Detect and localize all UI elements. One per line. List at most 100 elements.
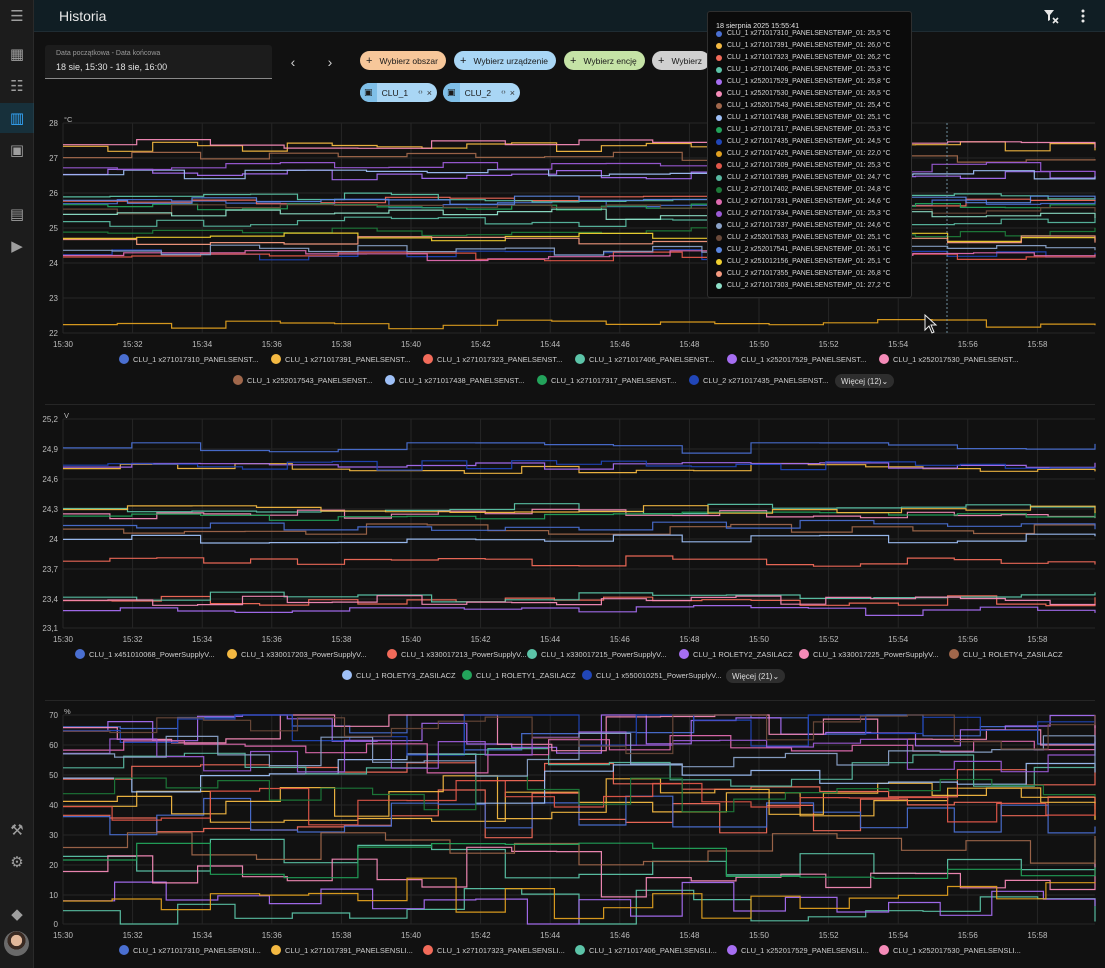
tooltip-row: CLU_1 x252017543_PANELSENSTEMP_01: 25,4 …: [716, 102, 891, 109]
legend-color-dot: [119, 354, 129, 364]
legend-item[interactable]: CLU_1 x271017391_PANELSENST...: [271, 354, 410, 364]
series-color-dot: [716, 102, 722, 109]
unit-label: °C: [64, 115, 73, 124]
series-color-dot: [716, 210, 722, 217]
legend-label: CLU_1 x252017529_PANELSENST...: [741, 354, 867, 364]
x-tick-label: 15:40: [401, 931, 422, 940]
legend-item[interactable]: CLU_1 x451010068_PowerSupplyV...: [75, 649, 215, 659]
tooltip-row: CLU_2 x271017303_PANELSENSTEMP_01: 27,2 …: [716, 282, 891, 289]
legend-more-label: Więcej (21): [732, 671, 773, 681]
legend-item[interactable]: CLU_1 x271017438_PANELSENST...: [385, 375, 524, 385]
tooltip-row: CLU_2 x271017399_PANELSENSTEMP_01: 24,7 …: [716, 174, 891, 181]
legend-item[interactable]: CLU_1 x271017310_PANELSENSLI...: [119, 945, 261, 955]
legend-more-button[interactable]: Więcej (12) ⌄: [835, 374, 895, 388]
tooltip-row-text: CLU_2 x252017541_PANELSENSTEMP_01: 26,1 …: [727, 246, 891, 253]
legend-item[interactable]: CLU_1 x330017203_PowerSupplyV...: [227, 649, 367, 659]
series-color-dot: [716, 90, 722, 97]
tooltip-row: CLU_2 x252017541_PANELSENSTEMP_01: 26,1 …: [716, 246, 891, 253]
series-color-dot: [716, 66, 722, 73]
y-tick-label: 23,7: [42, 565, 58, 574]
x-tick-label: 15:52: [819, 635, 840, 644]
series-line: [63, 881, 1096, 925]
legend-item[interactable]: CLU_1 x271017323_PANELSENSLI...: [423, 945, 565, 955]
x-tick-label: 15:34: [192, 931, 213, 940]
tooltip-row: CLU_1 x271017391_PANELSENSTEMP_01: 26,0 …: [716, 42, 891, 49]
legend-item[interactable]: CLU_1 x550010251_PowerSupplyV...: [582, 670, 722, 680]
legend-item[interactable]: CLU_1 ROLETY4_ZASILACZ: [949, 649, 1063, 659]
legend-item[interactable]: CLU_1 x330017213_PowerSupplyV...: [387, 649, 527, 659]
legend-label: CLU_1 x271017391_PANELSENSLI...: [285, 945, 413, 955]
chart-divider: [45, 404, 1095, 405]
y-tick-label: 24,9: [42, 445, 58, 454]
legend-label: CLU_1 x252017530_PANELSENSLI...: [893, 945, 1021, 955]
x-tick-label: 15:40: [401, 340, 422, 349]
legend-color-dot: [727, 354, 737, 364]
legend-item[interactable]: CLU_1 x330017225_PowerSupplyV...: [799, 649, 939, 659]
mouse-cursor-icon: [924, 314, 938, 334]
legend-item[interactable]: CLU_1 x271017323_PANELSENST...: [423, 354, 562, 364]
legend-label: CLU_1 x271017323_PANELSENST...: [437, 354, 563, 364]
legend-item[interactable]: CLU_1 x252017530_PANELSENSLI...: [879, 945, 1021, 955]
legend-item[interactable]: CLU_1 x252017529_PANELSENST...: [727, 354, 866, 364]
legend-item[interactable]: CLU_1 x252017530_PANELSENST...: [879, 354, 1018, 364]
x-tick-label: 15:50: [749, 340, 770, 349]
legend-color-dot: [387, 649, 397, 659]
legend-item[interactable]: CLU_1 x271017406_PANELSENST...: [575, 354, 714, 364]
legend-item[interactable]: CLU_2 x271017435_PANELSENST...: [689, 375, 828, 385]
x-tick-label: 15:48: [679, 635, 700, 644]
tooltip-row: CLU_2 x271017435_PANELSENSTEMP_01: 24,5 …: [716, 138, 891, 145]
tooltip-row-text: CLU_2 x251012156_PANELSENSTEMP_01: 25,1 …: [727, 258, 891, 265]
legend-item[interactable]: CLU_1 ROLETY2_ZASILACZ: [679, 649, 793, 659]
x-tick-label: 15:32: [123, 931, 144, 940]
legend-item[interactable]: CLU_1 x271017317_PANELSENST...: [537, 375, 676, 385]
x-tick-label: 15:54: [888, 931, 909, 940]
x-tick-label: 15:50: [749, 931, 770, 940]
legend-item[interactable]: CLU_1 x252017543_PANELSENST...: [233, 375, 372, 385]
legend-color-dot: [423, 945, 433, 955]
x-tick-label: 15:40: [401, 635, 422, 644]
series-line: [63, 605, 1096, 616]
legend-item[interactable]: CLU_1 x271017406_PANELSENSLI...: [575, 945, 717, 955]
y-tick-label: 23: [49, 294, 58, 303]
y-tick-label: 0: [54, 920, 59, 929]
x-tick-label: 15:54: [888, 635, 909, 644]
legend-item[interactable]: CLU_1 x330017215_PowerSupplyV...: [527, 649, 667, 659]
legend-label: CLU_1 x271017406_PANELSENST...: [589, 354, 715, 364]
y-tick-label: 22: [49, 329, 58, 338]
legend-item[interactable]: CLU_1 x271017391_PANELSENSLI...: [271, 945, 413, 955]
legend-color-dot: [527, 649, 537, 659]
series-color-dot: [716, 78, 722, 85]
tooltip-row: CLU_2 x251012156_PANELSENSTEMP_01: 25,1 …: [716, 258, 891, 265]
y-tick-label: 10: [49, 891, 58, 900]
x-tick-label: 15:52: [819, 340, 840, 349]
y-tick-label: 24,6: [42, 475, 58, 484]
legend-color-dot: [879, 945, 889, 955]
tooltip-row-text: CLU_1 x271017406_PANELSENSTEMP_01: 25,3 …: [727, 66, 891, 73]
tooltip-row-text: CLU_2 x252017533_PANELSENSTEMP_01: 25,1 …: [727, 234, 891, 241]
legend-label: CLU_1 ROLETY3_ZASILACZ: [356, 670, 456, 680]
legend-more-button[interactable]: Więcej (21) ⌄: [726, 669, 786, 683]
y-tick-label: 50: [49, 771, 58, 780]
legend-item[interactable]: CLU_1 ROLETY3_ZASILACZ: [342, 670, 456, 680]
legend-item[interactable]: CLU_1 x271017310_PANELSENST...: [119, 354, 258, 364]
legend-label: CLU_1 x330017203_PowerSupplyV...: [241, 649, 367, 659]
legend-color-dot: [679, 649, 689, 659]
legend-item[interactable]: CLU_1 ROLETY1_ZASILACZ: [462, 670, 576, 680]
legend-color-dot: [271, 354, 281, 364]
x-tick-label: 15:42: [471, 931, 492, 940]
chart-divider: [45, 700, 1095, 701]
x-tick-label: 15:48: [679, 340, 700, 349]
y-tick-label: 70: [49, 711, 58, 720]
legend-item[interactable]: CLU_1 x252017529_PANELSENSLI...: [727, 945, 869, 955]
series-line: [63, 139, 1096, 149]
legend-label: CLU_1 ROLETY1_ZASILACZ: [476, 670, 576, 680]
series-color-dot: [716, 198, 722, 205]
series-color-dot: [716, 174, 722, 181]
tooltip-row-text: CLU_2 x271017309_PANELSENSTEMP_01: 25,3 …: [727, 162, 891, 169]
series-color-dot: [716, 186, 722, 193]
y-tick-label: 27: [49, 154, 58, 163]
x-tick-label: 15:36: [262, 635, 283, 644]
tooltip-row: CLU_2 x271017337_PANELSENSTEMP_01: 24,6 …: [716, 222, 891, 229]
legend-color-dot: [233, 375, 243, 385]
series-line: [63, 319, 1096, 330]
